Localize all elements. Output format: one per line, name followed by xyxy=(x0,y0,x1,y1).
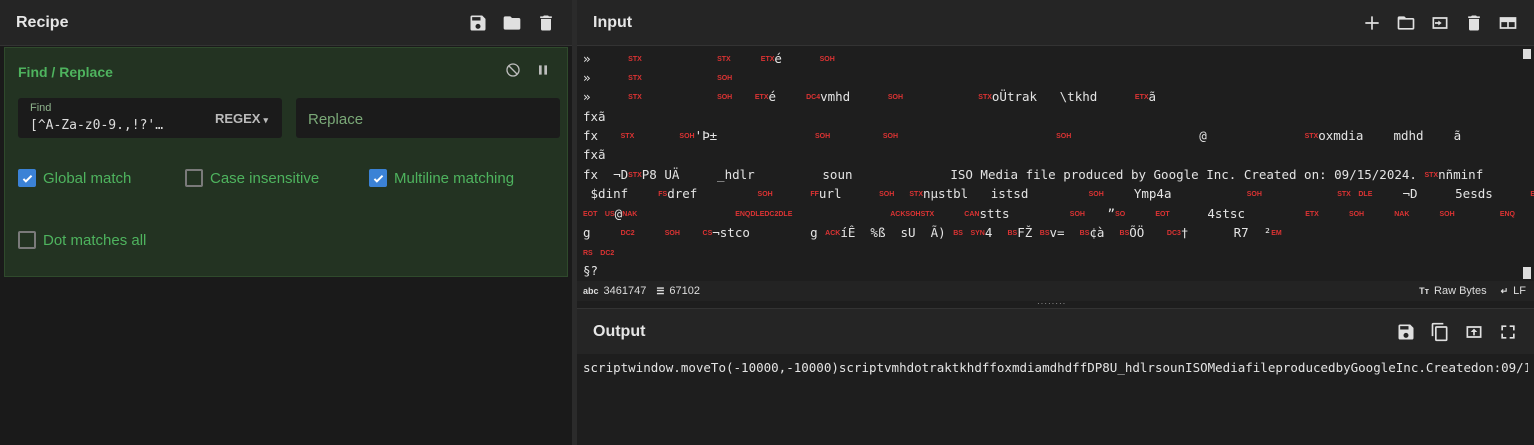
checkbox-unchecked-icon[interactable] xyxy=(18,231,36,249)
char-count: abc 3461747 xyxy=(583,285,646,297)
input-line: fxã xyxy=(583,109,606,124)
recipe-header: Recipe xyxy=(0,0,572,46)
input-textarea[interactable]: » STX STX ETXé SOH » STX SOH » STX SOH E… xyxy=(577,47,1534,281)
trash-icon[interactable] xyxy=(1464,13,1484,33)
layout-icon[interactable] xyxy=(1498,13,1518,33)
input-line: RS DC2 xyxy=(583,250,615,257)
multiline-matching-label: Multiline matching xyxy=(394,169,515,187)
horizontal-splitter-grip[interactable]: ········ xyxy=(1037,300,1071,308)
input-header: Input xyxy=(577,0,1534,46)
input-line: fx STX SOH'Þ± SOH SOH SOH @ STXoxmdia md… xyxy=(583,128,1462,143)
find-field[interactable]: Find [^A-Za-z0-9.,!?'… REGEX ▾ xyxy=(18,98,282,138)
plus-icon[interactable] xyxy=(1362,13,1382,33)
input-line: » STX SOH ETXé DC4vmhd SOH STXoÜtrak \tk… xyxy=(583,89,1157,104)
input-line: g DC2 SOH CS¬stco g ACKíÊ %ß sU Ã) BS SY… xyxy=(583,225,1282,240)
import-icon[interactable] xyxy=(1430,13,1450,33)
global-match-label: Global match xyxy=(43,169,132,187)
multiline-matching-checkbox[interactable]: Multiline matching xyxy=(369,169,514,187)
input-scrollbar[interactable] xyxy=(1523,47,1531,281)
checkbox-checked-icon[interactable] xyxy=(18,169,36,187)
find-input[interactable]: [^A-Za-z0-9.,!?'… xyxy=(30,118,188,133)
replace-input-icon[interactable] xyxy=(1464,322,1484,342)
input-line: EOT US@NAK ENQDLEDC2DLE ACKSOHSTX CANstt… xyxy=(583,206,1515,221)
operation-title: Find / Replace xyxy=(18,64,113,80)
find-mode-label: REGEX xyxy=(214,111,261,126)
disable-icon[interactable] xyxy=(505,62,521,83)
input-line: » STX SOH xyxy=(583,70,733,85)
char-count-value: 3461747 xyxy=(603,285,647,297)
encoding-label: Raw Bytes xyxy=(1434,285,1487,297)
eol-selector[interactable]: ↵ LF xyxy=(1501,285,1526,297)
folder-icon[interactable] xyxy=(1396,13,1416,33)
abc-icon: abc xyxy=(583,286,599,296)
newline-icon: ↵ xyxy=(1500,285,1509,296)
lines-icon: ☰ xyxy=(656,285,665,296)
save-icon[interactable] xyxy=(1396,322,1416,342)
input-status-bar: abc 3461747 ☰ 67102 Tт Raw Bytes ↵ LF xyxy=(577,281,1534,301)
checkbox-unchecked-icon[interactable] xyxy=(185,169,203,187)
copy-icon[interactable] xyxy=(1430,322,1450,342)
encoding-selector[interactable]: Tт Raw Bytes xyxy=(1419,285,1486,297)
line-count-value: 67102 xyxy=(669,285,701,297)
pause-icon[interactable] xyxy=(535,62,551,83)
fullscreen-icon[interactable] xyxy=(1498,322,1518,342)
input-line: $dinf FSdref SOH FFurl SOH STXnµstbl ist… xyxy=(583,186,1534,201)
replace-input[interactable]: Replace xyxy=(308,111,363,128)
find-mode-select[interactable]: REGEX ▾ xyxy=(215,111,268,126)
find-replace-operation: Find / Replace Find [^A-Za-z0-9.,!?'… RE… xyxy=(4,47,568,277)
line-count: ☰ 67102 xyxy=(656,285,700,297)
input-line: » STX STX ETXé SOH xyxy=(583,51,835,66)
scrollbar-thumb-bottom[interactable] xyxy=(1523,267,1531,279)
output-title: Output xyxy=(593,322,646,340)
checkbox-checked-icon[interactable] xyxy=(369,169,387,187)
trash-icon[interactable] xyxy=(536,13,556,33)
eol-label: LF xyxy=(1513,285,1526,297)
recipe-pane: Recipe Find / Replace Find [^A-Za-z0-9.,… xyxy=(0,0,572,445)
io-pane: Input » STX STX ETXé SOH » STX SOH » STX… xyxy=(577,0,1534,445)
chevron-down-icon: ▾ xyxy=(263,115,268,125)
dot-matches-all-label: Dot matches all xyxy=(43,231,147,249)
find-label: Find xyxy=(30,102,52,114)
folder-icon[interactable] xyxy=(502,13,522,33)
input-line: §? xyxy=(583,263,599,278)
save-icon[interactable] xyxy=(468,13,488,33)
text-encoding-icon: Tт xyxy=(1419,286,1430,296)
global-match-checkbox[interactable]: Global match xyxy=(18,169,131,187)
case-insensitive-label: Case insensitive xyxy=(210,169,320,187)
input-title: Input xyxy=(593,13,633,31)
input-line: fx ¬DSTXP8 UÄ _hdlr soun ISO Media file … xyxy=(583,167,1484,182)
output-header: Output xyxy=(577,308,1534,354)
recipe-title: Recipe xyxy=(16,13,69,31)
case-insensitive-checkbox[interactable]: Case insensitive xyxy=(185,169,319,187)
input-line: fxã xyxy=(583,147,606,162)
output-text[interactable]: scriptwindow.moveTo(-10000,-10000)script… xyxy=(583,360,1528,375)
scrollbar-thumb[interactable] xyxy=(1523,49,1531,59)
dot-matches-all-checkbox[interactable]: Dot matches all xyxy=(18,231,146,249)
replace-field[interactable]: Replace xyxy=(296,98,560,138)
